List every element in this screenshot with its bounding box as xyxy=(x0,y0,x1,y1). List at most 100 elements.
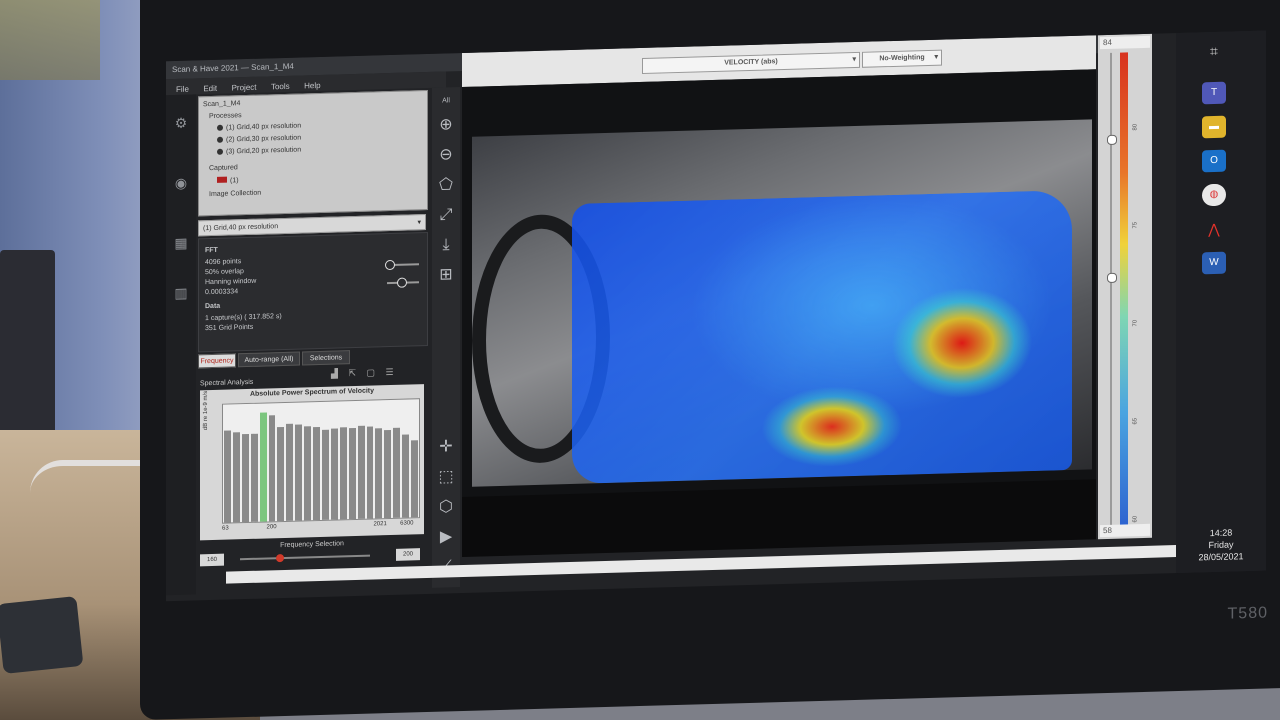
select-polygon-icon[interactable]: ⬡ xyxy=(436,497,456,518)
process-item[interactable]: (2) Grid,30 px resolution xyxy=(217,135,301,144)
chart-bar[interactable] xyxy=(241,433,249,523)
fft-window: Hanning window xyxy=(205,277,257,287)
chart-bar[interactable] xyxy=(339,427,347,520)
chart-bar[interactable] xyxy=(259,412,267,522)
process-item[interactable]: (3) Grid,20 px resolution xyxy=(217,147,301,156)
settings-sliders-icon[interactable]: ☰ xyxy=(386,367,394,377)
chart-bar[interactable] xyxy=(375,428,383,519)
analysis-icon[interactable]: ▥ xyxy=(173,285,189,301)
clock-time[interactable]: 14:28 xyxy=(1186,527,1256,539)
chart-plot-area[interactable] xyxy=(222,398,420,524)
glasses-icon[interactable]: ◉ xyxy=(173,175,189,191)
processes-label[interactable]: Processes xyxy=(209,112,242,120)
download-icon[interactable]: ⤓ xyxy=(436,235,456,256)
frequency-min-input[interactable]: 160 xyxy=(200,553,224,567)
laptop-model-label: T580 xyxy=(1227,604,1268,623)
chart-bar[interactable] xyxy=(224,430,231,523)
chart-bar[interactable] xyxy=(357,425,365,519)
process-item[interactable]: (1) Grid,40 px resolution xyxy=(217,123,301,132)
colorbar-tick: 80 xyxy=(1132,123,1139,131)
export-icon[interactable]: ⇱ xyxy=(348,368,356,378)
clock-day[interactable]: Friday xyxy=(1186,539,1256,551)
colorbar-track[interactable] xyxy=(1110,52,1112,533)
fft-dt: 0.0003334 xyxy=(205,288,239,297)
chart-bar[interactable] xyxy=(250,433,258,522)
all-label-icon[interactable]: All xyxy=(436,91,456,112)
spectral-analysis-label: Spectral Analysis xyxy=(200,378,254,388)
chart-bar[interactable] xyxy=(411,440,418,518)
teams-icon[interactable]: T xyxy=(1202,81,1226,105)
chevron-down-icon: ▾ xyxy=(417,219,421,227)
frequency-range-handle[interactable] xyxy=(276,553,284,563)
frequency-range-track[interactable] xyxy=(240,554,370,561)
grid-view-icon[interactable]: ⊞ xyxy=(436,265,456,286)
captured-item[interactable]: (1) xyxy=(217,176,239,185)
chart-bar[interactable] xyxy=(295,424,303,521)
task-view-icon[interactable]: ⌗ xyxy=(1202,40,1226,63)
chart-bar[interactable] xyxy=(366,426,374,519)
chart-type-icon[interactable]: ▟ xyxy=(331,368,338,378)
tab-auto-range[interactable]: Auto-range (All) xyxy=(238,351,300,368)
colorbar-tick: 70 xyxy=(1132,319,1139,327)
chart-bar[interactable] xyxy=(348,428,356,520)
menu-edit[interactable]: Edit xyxy=(203,81,217,97)
chevron-down-icon: ▾ xyxy=(934,53,938,61)
window-icon[interactable]: ▢ xyxy=(367,367,376,377)
project-root[interactable]: Scan_1_M4 xyxy=(203,100,240,108)
background-device xyxy=(0,250,55,450)
weighting-dropdown[interactable]: No-Weighting ▾ xyxy=(862,49,942,68)
chart-bar[interactable] xyxy=(402,434,410,518)
chart-bar[interactable] xyxy=(393,428,401,518)
tab-selections[interactable]: Selections xyxy=(302,350,350,366)
file-explorer-icon[interactable]: ▬ xyxy=(1202,115,1226,139)
acoustic-camera-viewport[interactable] xyxy=(462,69,1096,558)
windows-taskbar: ⌗ T ▬ O ◍ ⋀ W 14:28 Friday 28/05/2021 xyxy=(1176,30,1266,584)
menu-tools[interactable]: Tools xyxy=(271,79,290,96)
captured-label[interactable]: Captured xyxy=(209,164,238,172)
tab-frequency[interactable]: Frequency xyxy=(198,353,236,369)
polygon-icon[interactable]: ⬠ xyxy=(436,175,456,196)
play-icon[interactable]: ▶ xyxy=(436,527,456,548)
data-captures: 1 capture(s) ( 317.852 s) xyxy=(205,313,282,323)
chart-bar[interactable] xyxy=(286,423,294,521)
chart-bar[interactable] xyxy=(330,428,338,520)
grid-icon[interactable]: ▦ xyxy=(173,235,189,251)
menu-help[interactable]: Help xyxy=(304,78,320,94)
chart-toolbar: ▟ ⇱ ▢ ☰ xyxy=(331,366,426,383)
chart-bar[interactable] xyxy=(268,415,276,522)
chart-bar[interactable] xyxy=(384,429,392,519)
chart-bar[interactable] xyxy=(232,432,240,523)
frequency-max-input[interactable]: 200 xyxy=(396,548,420,561)
word-icon[interactable]: W xyxy=(1202,251,1226,275)
slider-knob[interactable] xyxy=(397,277,407,288)
capture-icon xyxy=(217,176,227,183)
gear-icon[interactable]: ⚙ xyxy=(173,115,189,131)
chart-bar[interactable] xyxy=(277,426,285,522)
colorbar-min-input[interactable]: 58 xyxy=(1100,523,1150,538)
chart-bar[interactable] xyxy=(304,425,312,521)
image-collection-label[interactable]: Image Collection xyxy=(209,190,261,198)
quantity-dropdown[interactable]: VELOCITY (abs) ▾ xyxy=(642,51,860,74)
outlook-icon[interactable]: O xyxy=(1202,149,1226,173)
clock-date[interactable]: 28/05/2021 xyxy=(1186,551,1256,563)
select-rect-icon[interactable]: ⬚ xyxy=(436,467,456,488)
colorbar-upper-knob[interactable] xyxy=(1107,134,1117,145)
zoom-in-icon[interactable]: ⊕ xyxy=(436,115,456,136)
expand-icon[interactable]: ⤢ xyxy=(436,205,456,226)
crosshair-icon[interactable]: ✛ xyxy=(436,437,456,458)
colorbar-max-input[interactable]: 84 xyxy=(1100,35,1150,50)
background-picture-frame xyxy=(0,0,100,80)
chart-bar[interactable] xyxy=(313,426,320,521)
zoom-out-icon[interactable]: ⊖ xyxy=(436,145,456,166)
project-tree-panel: Scan_1_M4 Processes (1) Grid,40 px resol… xyxy=(198,89,428,217)
chart-xtick: 6300 xyxy=(400,520,414,527)
chart-bar[interactable] xyxy=(322,430,329,520)
chrome-icon[interactable]: ◍ xyxy=(1202,183,1226,207)
spectrum-chart: Absolute Power Spectrum of Velocity dB r… xyxy=(200,384,424,541)
vehicle-underbody-photo xyxy=(472,119,1092,487)
app-logo-icon[interactable]: ⋀ xyxy=(1202,218,1226,241)
slider-knob[interactable] xyxy=(385,259,395,271)
process-dot-icon xyxy=(217,136,223,143)
colorbar-lower-knob[interactable] xyxy=(1107,272,1117,283)
chart-ylabel: dB re 1e-9 m/s xyxy=(203,390,209,431)
